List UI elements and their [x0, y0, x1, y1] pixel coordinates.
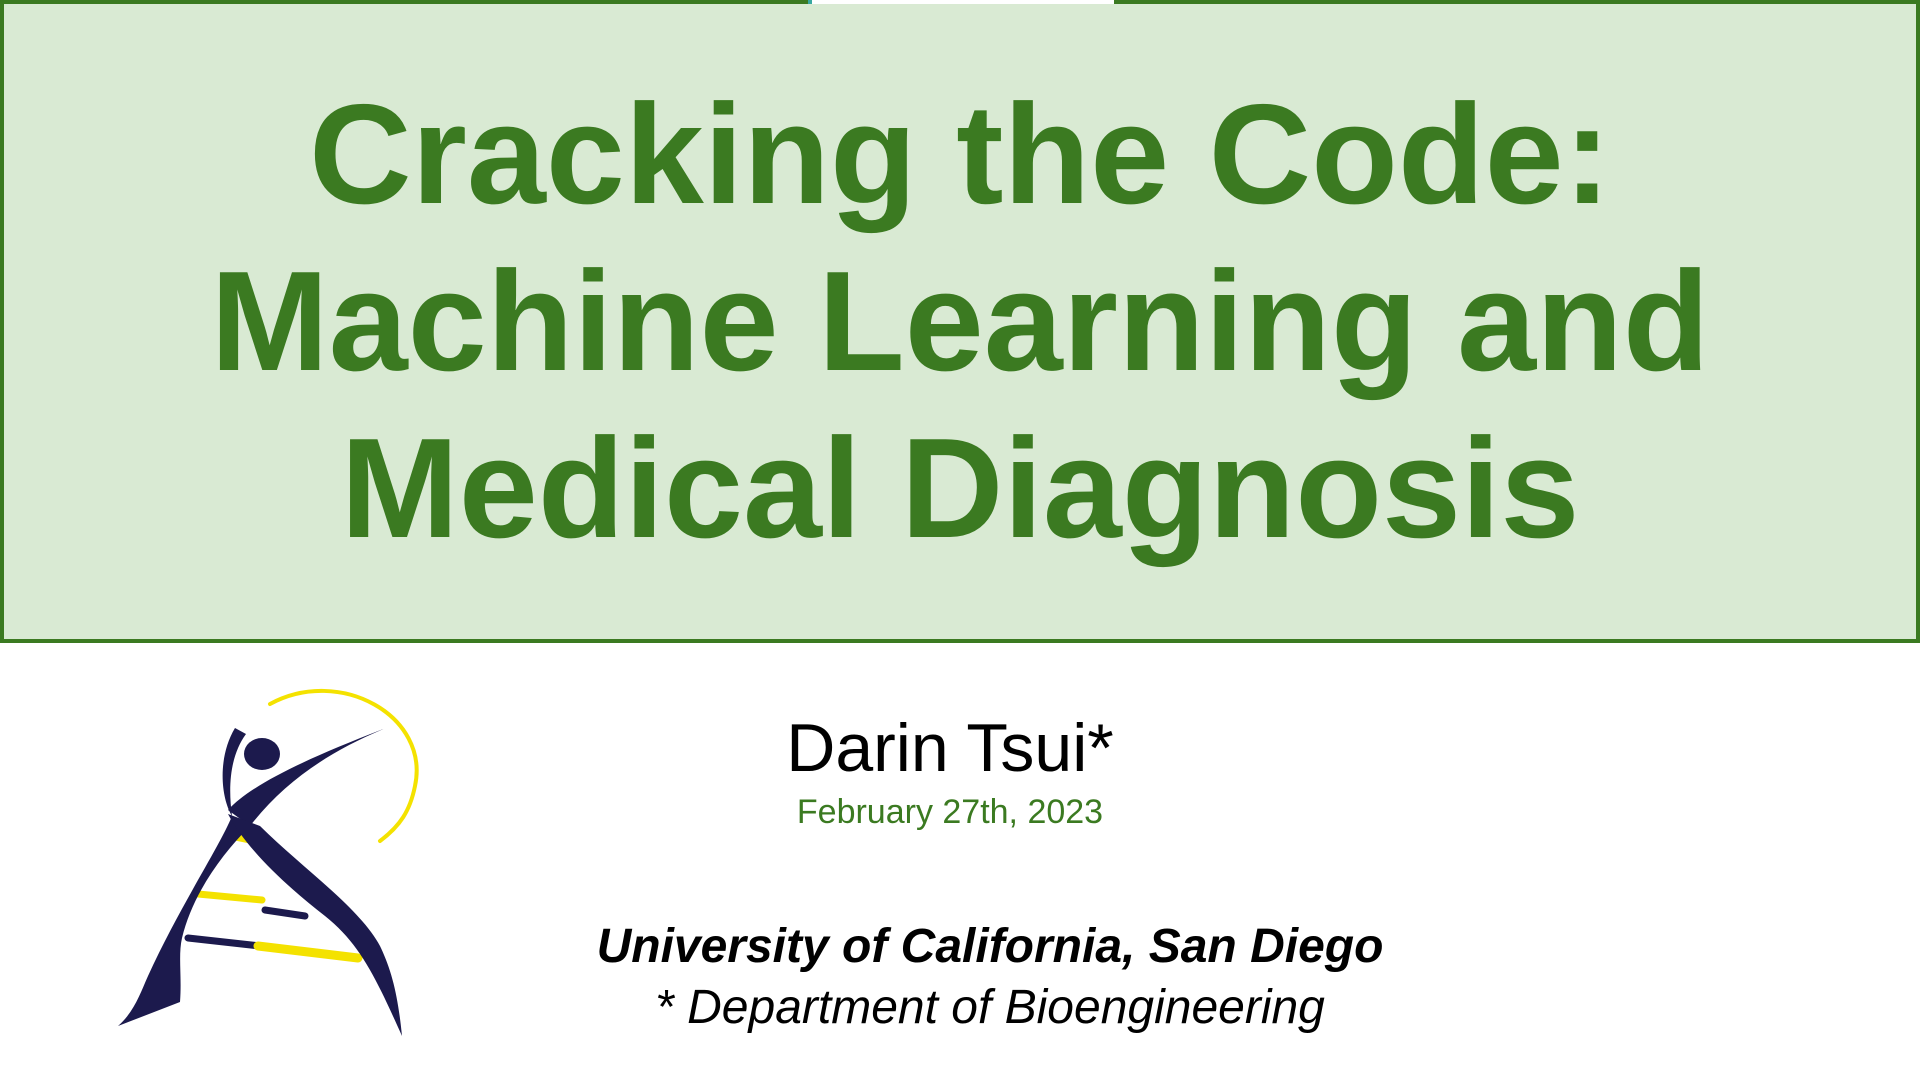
title-line-3: Medical Diagnosis	[340, 409, 1580, 568]
university-name: University of California, San Diego	[596, 920, 1384, 973]
dna-figure-logo-icon	[110, 676, 430, 1036]
slide: Cracking the Code: Machine Learning and …	[0, 0, 1920, 1080]
title-line-1: Cracking the Code:	[309, 75, 1611, 234]
author-name: Darin Tsui*	[786, 710, 1114, 786]
title-line-2: Machine Learning and	[210, 242, 1710, 401]
department-name: * Department of Bioengineering	[655, 981, 1325, 1034]
title-box: Cracking the Code: Machine Learning and …	[0, 0, 1920, 643]
title-box-tab-mark	[808, 0, 1114, 4]
presentation-date: February 27th, 2023	[796, 793, 1104, 831]
